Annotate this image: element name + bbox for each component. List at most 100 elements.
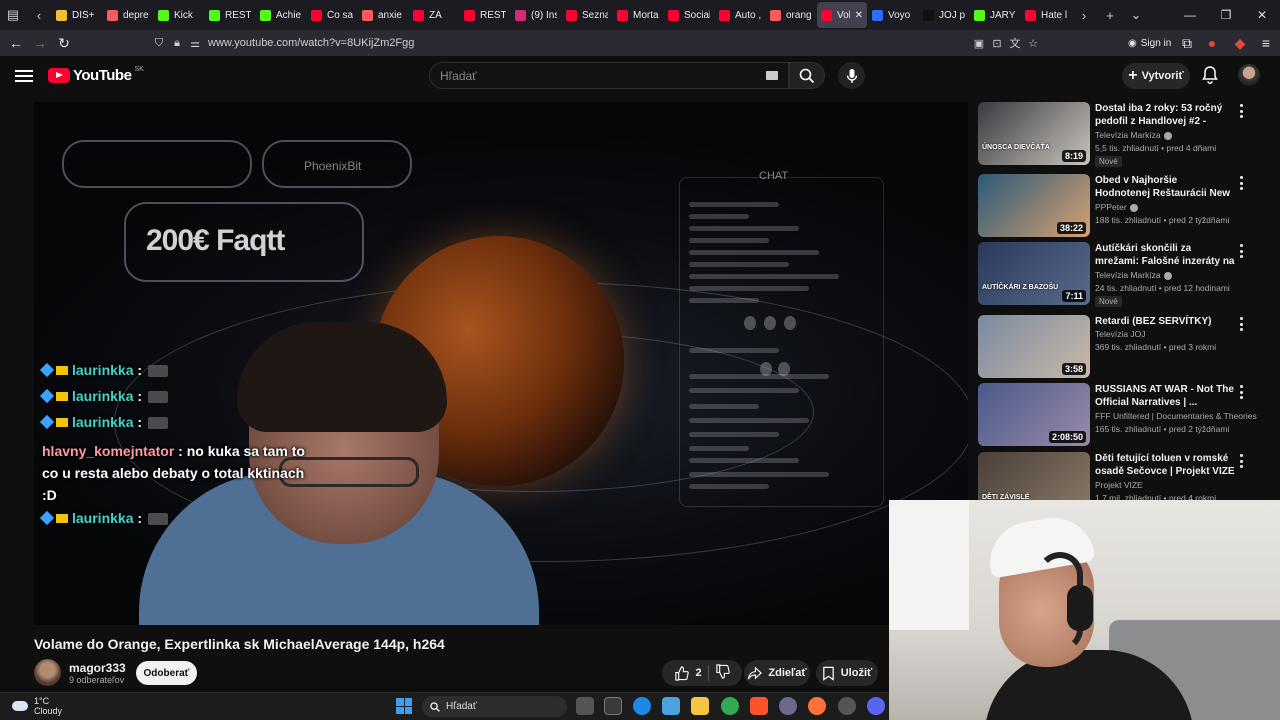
file-explorer-icon[interactable] <box>691 697 709 715</box>
edge-icon[interactable] <box>633 697 651 715</box>
recommended-video-title[interactable]: Dostal iba 2 roky: 53 ročný pedofil z Ha… <box>1095 102 1235 128</box>
photos-icon[interactable] <box>662 697 680 715</box>
browser-tab[interactable]: JOJ pl <box>919 2 969 28</box>
picture-in-picture-icon[interactable]: ▣ <box>970 37 988 50</box>
recommended-video-title[interactable]: RUSSIANS AT WAR - Not The Official Narra… <box>1095 383 1235 409</box>
keyboard-icon[interactable] <box>766 71 778 80</box>
new-tab-icon[interactable]: + <box>1097 0 1123 30</box>
video-thumbnail[interactable]: 2:08:50 <box>978 383 1090 446</box>
dislike-button[interactable] <box>715 664 730 682</box>
weather-widget[interactable]: 1°C Cloudy <box>12 696 62 716</box>
browser-tab[interactable]: orang <box>766 2 816 28</box>
browser-tab[interactable]: Hate l <box>1021 2 1071 28</box>
reload-icon[interactable]: ↻ <box>52 31 76 55</box>
tab-close-icon[interactable]: ✕ <box>855 10 863 21</box>
more-actions-icon[interactable] <box>1240 317 1244 331</box>
extensions-icon[interactable]: ⧉ <box>1175 31 1199 55</box>
voice-search-button[interactable] <box>838 62 865 89</box>
firefox-icon[interactable] <box>808 697 826 715</box>
browser-tab[interactable]: Morta <box>613 2 663 28</box>
close-window-icon[interactable]: ✕ <box>1244 0 1280 30</box>
bookmark-star-icon[interactable]: ☆ <box>1024 37 1042 50</box>
sign-in-button[interactable]: ◉ Sign in <box>1128 33 1171 53</box>
download-page-icon[interactable]: ⊡ <box>988 37 1006 50</box>
recommended-video-title[interactable]: Obed v Najhoršie Hodnotenej Reštaurácii … <box>1095 174 1235 200</box>
windows-start-icon[interactable] <box>396 698 412 714</box>
more-actions-icon[interactable] <box>1240 385 1244 399</box>
browser-tab[interactable]: Auto , <box>715 2 765 28</box>
browser-tab[interactable]: anxie <box>358 2 408 28</box>
extension-notification-icon[interactable]: ◆ <box>1228 31 1252 55</box>
browser-tab[interactable]: depre <box>103 2 153 28</box>
recommended-video-title[interactable]: Retardi (BEZ SERVÍTKY) <box>1095 315 1235 328</box>
app-icon[interactable] <box>838 697 856 715</box>
more-actions-icon[interactable] <box>1240 176 1244 190</box>
minimize-icon[interactable]: — <box>1172 0 1208 30</box>
recommended-video[interactable]: 3:58 Retardi (BEZ SERVÍTKY) Televízia JOJ 3… <box>978 315 1258 381</box>
hamburger-menu-icon[interactable] <box>15 67 33 85</box>
extension-color-icon[interactable]: ● <box>1200 31 1224 55</box>
microsoft-store-icon[interactable] <box>604 697 622 715</box>
more-actions-icon[interactable] <box>1240 454 1244 468</box>
like-button[interactable]: 2 <box>674 665 702 681</box>
save-button[interactable]: Uložiť <box>816 660 878 686</box>
browser-tab[interactable]: Vol ✕ <box>817 2 867 28</box>
search-input[interactable]: Hľadať <box>429 62 789 89</box>
browser-tab[interactable]: ZÁ <box>409 2 459 28</box>
youtube-logo[interactable]: YouTube SK <box>48 66 144 84</box>
channel-name[interactable]: magor333 <box>69 661 126 675</box>
site-permissions-icon[interactable]: ⚌ <box>186 37 204 50</box>
discord-icon[interactable] <box>867 697 885 715</box>
share-button[interactable]: Zdieľať <box>744 660 810 686</box>
translate-icon[interactable]: 文 <box>1006 35 1024 51</box>
browser-tab[interactable]: JARYK <box>970 2 1020 28</box>
more-actions-icon[interactable] <box>1240 244 1244 258</box>
browser-tab[interactable]: DIS+ <box>52 2 102 28</box>
chrome-icon[interactable] <box>721 697 739 715</box>
shield-icon[interactable]: ⛉ <box>150 37 168 50</box>
forward-icon[interactable]: → <box>28 31 52 55</box>
more-actions-icon[interactable] <box>1240 104 1244 118</box>
channel-avatar[interactable] <box>34 659 61 686</box>
lock-icon[interactable]: 🔒︎ <box>168 37 186 50</box>
recommended-video[interactable]: ÚNOSCA DIEVČAŤA 8:19 Dostal iba 2 roky: 53… <box>978 102 1258 168</box>
browser-menu-icon[interactable]: ≡ <box>1254 31 1278 55</box>
video-thumbnail[interactable]: AUTÍČKÁRI Z BAZOŠU 7:11 <box>978 242 1090 305</box>
browser-tab[interactable]: Achie <box>256 2 306 28</box>
video-player[interactable]: 200€ Faqtt PhoenixBit CHAT laurinkka : l… <box>34 102 968 625</box>
browser-tab[interactable]: Sezna <box>562 2 612 28</box>
tab-overflow-icon[interactable]: ⌄ <box>1123 0 1149 30</box>
recommended-video[interactable]: 2:08:50 RUSSIANS AT WAR - Not The Officia… <box>978 383 1258 449</box>
tabs-scroll-right-icon[interactable]: › <box>1071 0 1097 30</box>
browser-tab[interactable]: Čo sa <box>307 2 357 28</box>
browser-tab[interactable]: Kick <box>154 2 204 28</box>
maximize-icon[interactable]: ❐ <box>1208 0 1244 30</box>
browser-tab[interactable]: Social <box>664 2 714 28</box>
app-icon[interactable] <box>779 697 797 715</box>
recommended-video[interactable]: AUTÍČKÁRI Z BAZOŠU 7:11 Autíčkári skončili… <box>978 242 1258 308</box>
search-button[interactable] <box>789 62 825 89</box>
browser-tab[interactable]: RESTT <box>460 2 510 28</box>
recommended-channel[interactable]: PPPeter <box>1095 202 1138 212</box>
recommended-channel[interactable]: Televízia JOJ <box>1095 329 1146 339</box>
subscribe-button[interactable]: Odoberať <box>136 661 197 685</box>
taskbar-search-input[interactable]: Hľadať <box>422 696 567 717</box>
browser-tab[interactable]: Voyo <box>868 2 918 28</box>
user-avatar[interactable] <box>1238 64 1260 86</box>
notifications-bell-icon[interactable] <box>1200 65 1220 85</box>
back-icon[interactable]: ← <box>4 31 28 55</box>
recommended-channel[interactable]: Televízia Markíza <box>1095 130 1172 140</box>
task-view-icon[interactable] <box>576 697 594 715</box>
browser-tab[interactable]: RESTT <box>205 2 255 28</box>
tab-list-icon[interactable]: ▤ <box>0 0 26 30</box>
address-bar[interactable]: ⛉ 🔒︎ ⚌ www.youtube.com/watch?v=8UKijZm2F… <box>150 32 1050 54</box>
recommended-video-title[interactable]: Autíčkári skončili za mrežami: Falošné i… <box>1095 242 1235 268</box>
create-button[interactable]: + Vytvoriť <box>1122 63 1190 89</box>
video-thumbnail[interactable]: 3:58 <box>978 315 1090 378</box>
url-text[interactable]: www.youtube.com/watch?v=8UKijZm2Fgg <box>208 37 414 49</box>
recommended-video[interactable]: 38:22 Obed v Najhoršie Hodnotenej Reštaur… <box>978 174 1258 240</box>
recommended-video-title[interactable]: Děti fetující toluen v romské osadě Sečo… <box>1095 452 1235 478</box>
video-thumbnail[interactable]: ÚNOSCA DIEVČAŤA 8:19 <box>978 102 1090 165</box>
brave-icon[interactable] <box>750 697 768 715</box>
video-thumbnail[interactable]: 38:22 <box>978 174 1090 237</box>
